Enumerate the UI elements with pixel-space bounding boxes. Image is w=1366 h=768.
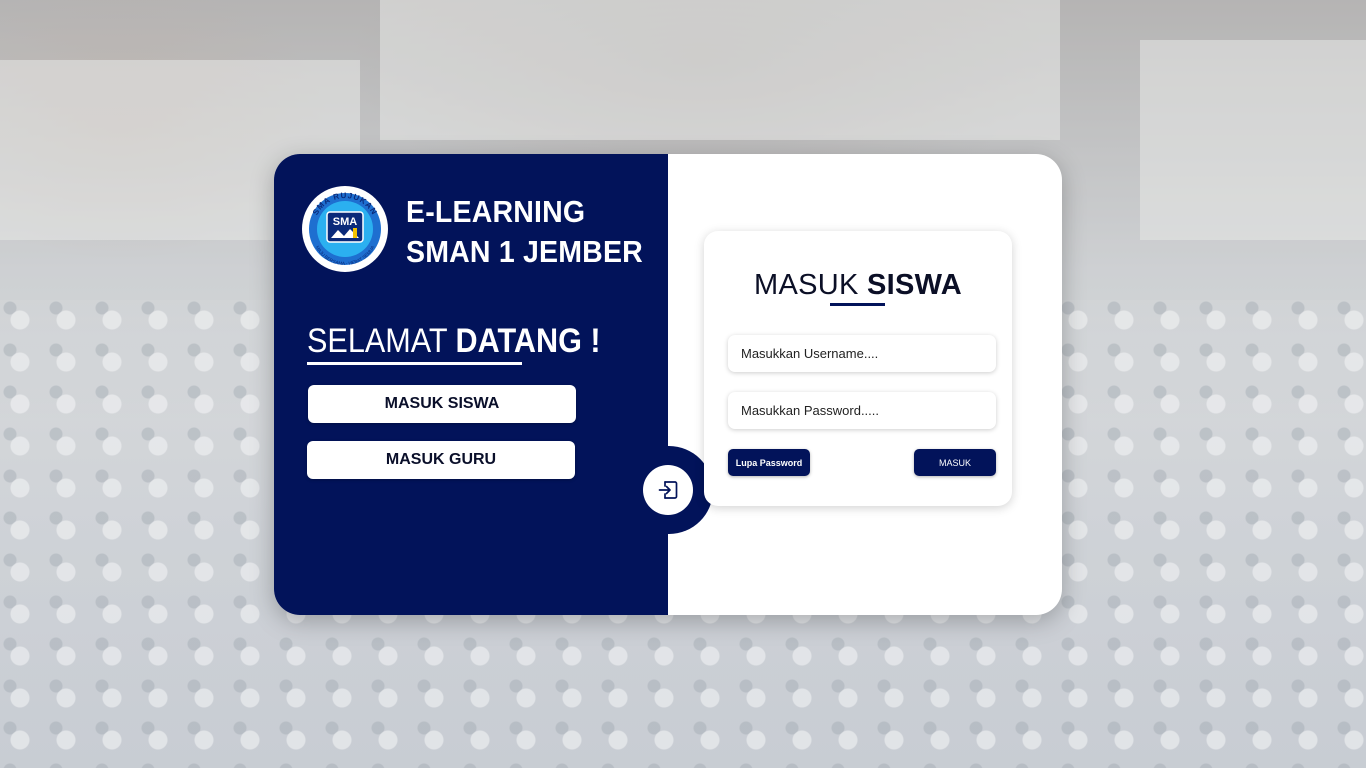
svg-text:SMA: SMA	[333, 216, 358, 228]
student-login-button[interactable]: MASUK SISWA	[308, 385, 576, 423]
welcome-heading-bold: DATANG !	[455, 322, 601, 360]
welcome-heading: SELAMAT DATANG !	[307, 322, 601, 361]
login-door-icon-glyph	[658, 481, 678, 499]
password-input[interactable]	[728, 392, 996, 429]
login-door-icon[interactable]	[643, 465, 693, 515]
app-title-line2: SMAN 1 JEMBER	[406, 234, 643, 269]
forgot-password-button[interactable]: Lupa Password	[728, 449, 810, 476]
form-title-bold: SISWA	[867, 269, 962, 301]
form-title: MASUK SISWA	[704, 269, 1012, 302]
app-title-line1: E-LEARNING	[406, 194, 586, 229]
school-logo: SMA SMA RUJUKAN MAJU BERSAMA - HEBAT SEM…	[302, 186, 388, 272]
welcome-heading-normal: SELAMAT	[307, 322, 456, 360]
login-form: MASUK SISWA Lupa Password MASUK	[704, 231, 1012, 506]
welcome-panel: SMA SMA RUJUKAN MAJU BERSAMA - HEBAT SEM…	[274, 154, 668, 615]
app-title: E-LEARNING SMAN 1 JEMBER	[406, 192, 643, 272]
teacher-login-button[interactable]: MASUK GURU	[307, 441, 575, 479]
welcome-underline	[307, 362, 522, 365]
form-title-normal: MASUK	[754, 269, 868, 301]
username-input[interactable]	[728, 335, 996, 372]
form-title-underline	[830, 303, 885, 306]
submit-login-button[interactable]: MASUK	[914, 449, 996, 476]
